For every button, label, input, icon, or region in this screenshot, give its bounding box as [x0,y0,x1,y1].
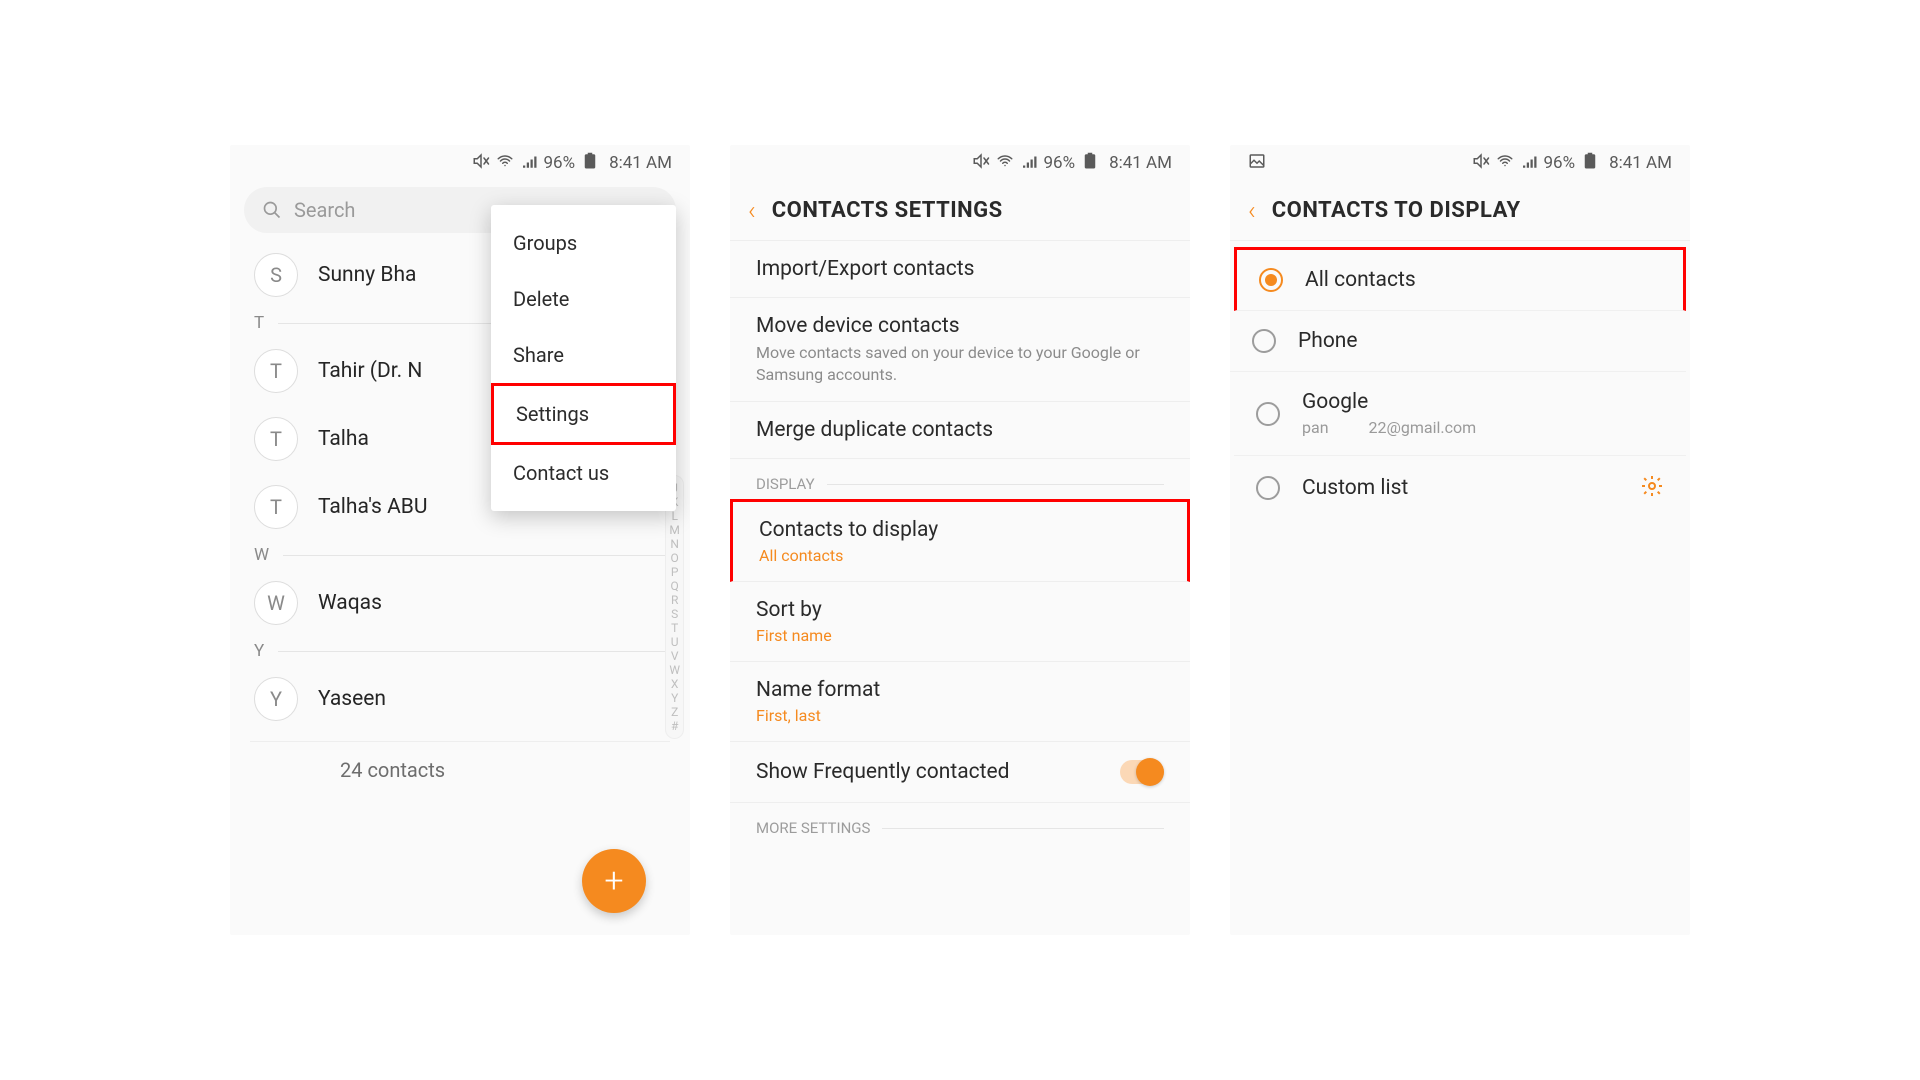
section-header: W [230,541,690,569]
mute-icon [472,152,490,175]
avatar: T [254,349,298,393]
contact-name: Yaseen [318,687,386,711]
battery-percent: 96% [544,153,576,173]
setting-import-export[interactable]: Import/Export contacts [730,241,1190,298]
contact-name: Sunny Bha [318,263,416,287]
battery-icon [1081,152,1099,175]
back-button[interactable]: ‹ [748,196,756,226]
contact-row[interactable]: W Waqas [230,569,690,637]
avatar: S [254,253,298,297]
clock-text: 8:41 AM [1109,153,1172,173]
section-display: DISPLAY [730,459,1190,499]
menu-delete[interactable]: Delete [491,271,676,327]
mute-icon [972,152,990,175]
avatar: W [254,581,298,625]
radio-all-contacts[interactable]: All contacts [1234,247,1686,311]
google-account: pan 22@gmail.com [1302,418,1664,437]
battery-icon [1581,152,1599,175]
avatar: T [254,485,298,529]
contact-row[interactable]: Y Yaseen [230,665,690,733]
radio-icon [1256,476,1280,500]
menu-groups[interactable]: Groups [491,215,676,271]
contacts-settings-screen: 96% 8:41 AM ‹ CONTACTS SETTINGS Import/E… [730,145,1190,935]
clock-text: 8:41 AM [1609,153,1672,173]
contacts-list-screen: 96% 8:41 AM Search S Sunny Bha T T Tahir… [230,145,690,935]
contact-name: Waqas [318,591,382,615]
avatar: Y [254,677,298,721]
battery-icon [581,152,599,175]
overflow-menu: Groups Delete Share Settings Contact us [491,205,676,511]
signal-icon [520,152,538,175]
setting-frequently-contacted[interactable]: Show Frequently contacted [730,742,1190,803]
mute-icon [1472,152,1490,175]
menu-share[interactable]: Share [491,327,676,383]
wifi-icon [996,152,1014,175]
page-title: CONTACTS SETTINGS [772,198,1003,223]
picture-icon [1248,152,1266,175]
signal-icon [1520,152,1538,175]
setting-sort-by[interactable]: Sort by First name [730,582,1190,662]
add-contact-fab[interactable]: + [582,849,646,913]
toggle-switch[interactable] [1120,760,1164,784]
battery-percent: 96% [1544,153,1576,173]
search-placeholder: Search [294,198,355,222]
radio-google[interactable]: Google pan 22@gmail.com [1234,372,1686,456]
clock-text: 8:41 AM [609,153,672,173]
search-icon [262,200,282,220]
contacts-to-display-screen: 96% 8:41 AM ‹ CONTACTS TO DISPLAY All co… [1230,145,1690,935]
plus-icon: + [604,861,623,901]
signal-icon [1020,152,1038,175]
radio-phone[interactable]: Phone [1230,311,1686,372]
setting-contacts-to-display[interactable]: Contacts to display All contacts [730,499,1190,582]
page-title: CONTACTS TO DISPLAY [1272,198,1521,223]
status-bar: 96% 8:41 AM [230,145,690,181]
section-header: Y [230,637,690,665]
header: ‹ CONTACTS SETTINGS [730,181,1190,241]
wifi-icon [496,152,514,175]
setting-merge[interactable]: Merge duplicate contacts [730,402,1190,459]
alpha-index-rail[interactable]: JKL MNO PQR STU VWX YZ# [665,475,684,739]
contacts-count: 24 contacts [230,742,690,810]
avatar: T [254,417,298,461]
back-button[interactable]: ‹ [1248,196,1256,226]
radio-custom-list[interactable]: Custom list [1234,456,1686,520]
setting-move-device[interactable]: Move device contacts Move contacts saved… [730,298,1190,402]
contact-name: Tahir (Dr. N [318,359,422,383]
menu-settings[interactable]: Settings [491,383,676,445]
section-more: MORE SETTINGS [730,803,1190,843]
contact-name: Talha [318,427,369,451]
contact-name: Talha's ABU [318,495,428,519]
radio-icon [1252,329,1276,353]
setting-name-format[interactable]: Name format First, last [730,662,1190,742]
battery-percent: 96% [1044,153,1076,173]
status-bar: 96% 8:41 AM [730,145,1190,181]
radio-icon [1259,268,1283,292]
wifi-icon [1496,152,1514,175]
radio-icon [1256,402,1280,426]
menu-contactus[interactable]: Contact us [491,445,676,501]
header: ‹ CONTACTS TO DISPLAY [1230,181,1690,241]
status-bar: 96% 8:41 AM [1230,145,1690,181]
gear-icon[interactable] [1640,474,1664,502]
